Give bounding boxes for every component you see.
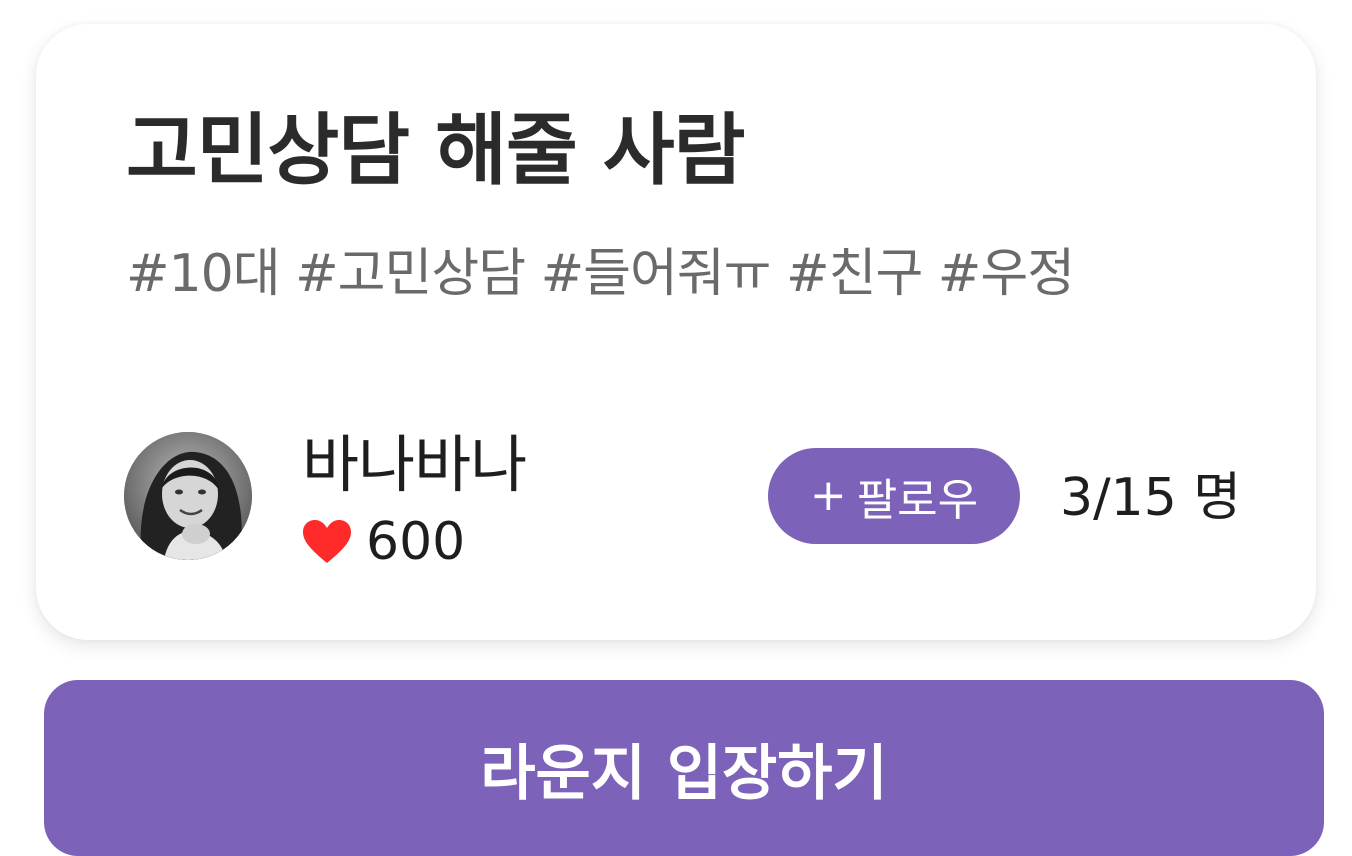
heart-icon [303,520,351,563]
enter-lounge-button[interactable]: 라운지 입장하기 [44,680,1324,856]
follow-button-label: 팔로우 [856,475,979,526]
lounge-card[interactable]: 고민상담 해줄 사람 #10대 #고민상담 #들어줘ㅠ #친구 #우정 바나바나 [36,24,1316,640]
member-count: 3/15 명 [1060,468,1242,528]
avatar[interactable] [124,432,252,560]
follow-button[interactable]: + 팔로우 [768,448,1020,544]
lounge-title: 고민상담 해줄 사람 [126,106,745,196]
plus-icon: + [809,470,847,521]
avatar-photo-icon [124,432,252,560]
lounge-tags: #10대 #고민상담 #들어줘ㅠ #친구 #우정 [126,244,1075,304]
host-name: 바나바나 [302,428,527,501]
host-likes: 600 [302,514,465,570]
like-count: 600 [366,512,466,572]
